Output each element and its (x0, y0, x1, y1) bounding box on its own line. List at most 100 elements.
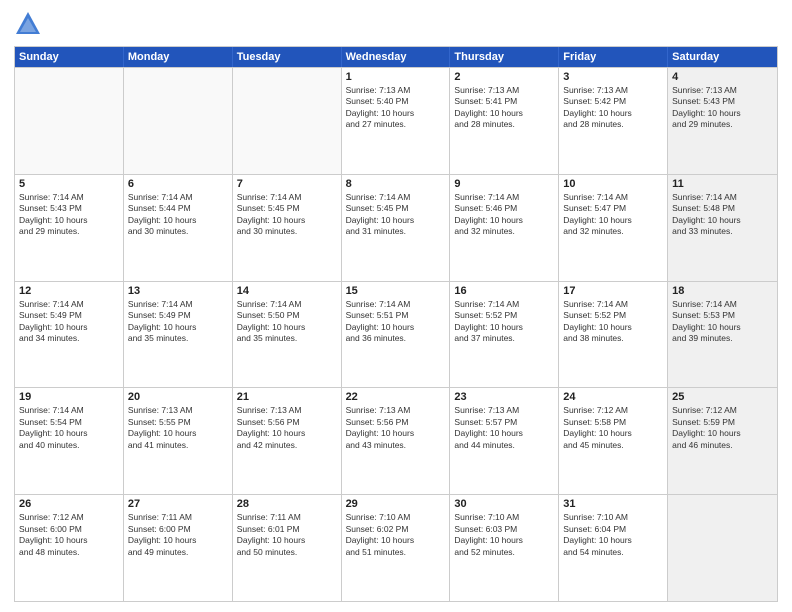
day-cell-19: 19 Sunrise: 7:14 AM Sunset: 5:54 PM Dayli… (15, 388, 124, 494)
day-info: Sunrise: 7:12 AM Sunset: 5:59 PM Dayligh… (672, 405, 773, 451)
day-number: 28 (237, 498, 337, 510)
day-number: 17 (563, 285, 663, 297)
day-number: 29 (346, 498, 446, 510)
week-row-2: 5Sunrise: 7:14 AM Sunset: 5:43 PM Daylig… (15, 174, 777, 281)
day-number: 6 (128, 178, 228, 190)
day-cell-13: 13Sunrise: 7:14 AM Sunset: 5:49 PM Dayli… (124, 282, 233, 388)
weeks: 1 Sunrise: 7:13 AM Sunset: 5:40 PM Daylig… (15, 67, 777, 601)
day-cell-30: 30Sunrise: 7:10 AM Sunset: 6:03 PM Dayli… (450, 495, 559, 601)
day-info: Sunrise: 7:14 AM Sunset: 5:50 PM Dayligh… (237, 299, 337, 345)
day-info: Sunrise: 7:14 AM Sunset: 5:52 PM Dayligh… (454, 299, 554, 345)
week-row-3: 12 Sunrise: 7:14 AM Sunset: 5:49 PM Dayli… (15, 281, 777, 388)
day-cell-27: 27 Sunrise: 7:11 AM Sunset: 6:00 PM Dayli… (124, 495, 233, 601)
day-cell-14: 14 Sunrise: 7:14 AM Sunset: 5:50 PM Dayli… (233, 282, 342, 388)
day-cell-25: 25 Sunrise: 7:12 AM Sunset: 5:59 PM Dayli… (668, 388, 777, 494)
day-cell-5: 5Sunrise: 7:14 AM Sunset: 5:43 PM Daylig… (15, 175, 124, 281)
day-header-friday: Friday (559, 47, 668, 67)
day-number: 11 (672, 178, 773, 190)
day-info: Sunrise: 7:10 AM Sunset: 6:02 PM Dayligh… (346, 512, 446, 558)
week-row-1: 1 Sunrise: 7:13 AM Sunset: 5:40 PM Daylig… (15, 67, 777, 174)
day-cell-2: 2 Sunrise: 7:13 AM Sunset: 5:41 PM Daylig… (450, 68, 559, 174)
day-number: 16 (454, 285, 554, 297)
day-cell-24: 24 Sunrise: 7:12 AM Sunset: 5:58 PM Dayli… (559, 388, 668, 494)
day-info: Sunrise: 7:13 AM Sunset: 5:40 PM Dayligh… (346, 85, 446, 131)
day-number: 23 (454, 391, 554, 403)
day-cell-20: 20Sunrise: 7:13 AM Sunset: 5:55 PM Dayli… (124, 388, 233, 494)
day-headers: SundayMondayTuesdayWednesdayThursdayFrid… (15, 47, 777, 67)
calendar: SundayMondayTuesdayWednesdayThursdayFrid… (14, 46, 778, 602)
day-info: Sunrise: 7:10 AM Sunset: 6:04 PM Dayligh… (563, 512, 663, 558)
day-cell-18: 18 Sunrise: 7:14 AM Sunset: 5:53 PM Dayli… (668, 282, 777, 388)
day-info: Sunrise: 7:10 AM Sunset: 6:03 PM Dayligh… (454, 512, 554, 558)
day-number: 27 (128, 498, 228, 510)
day-info: Sunrise: 7:14 AM Sunset: 5:49 PM Dayligh… (128, 299, 228, 345)
day-cell-9: 9 Sunrise: 7:14 AM Sunset: 5:46 PM Daylig… (450, 175, 559, 281)
day-number: 9 (454, 178, 554, 190)
day-info: Sunrise: 7:14 AM Sunset: 5:54 PM Dayligh… (19, 405, 119, 451)
day-cell-6: 6Sunrise: 7:14 AM Sunset: 5:44 PM Daylig… (124, 175, 233, 281)
day-header-tuesday: Tuesday (233, 47, 342, 67)
week-row-5: 26Sunrise: 7:12 AM Sunset: 6:00 PM Dayli… (15, 494, 777, 601)
day-cell-1: 1 Sunrise: 7:13 AM Sunset: 5:40 PM Daylig… (342, 68, 451, 174)
day-number: 8 (346, 178, 446, 190)
day-cell-12: 12 Sunrise: 7:14 AM Sunset: 5:49 PM Dayli… (15, 282, 124, 388)
day-cell-28: 28Sunrise: 7:11 AM Sunset: 6:01 PM Dayli… (233, 495, 342, 601)
page-header (14, 10, 778, 38)
day-info: Sunrise: 7:12 AM Sunset: 5:58 PM Dayligh… (563, 405, 663, 451)
day-info: Sunrise: 7:14 AM Sunset: 5:45 PM Dayligh… (346, 192, 446, 238)
day-number: 3 (563, 71, 663, 83)
day-cell-empty (15, 68, 124, 174)
day-cell-7: 7 Sunrise: 7:14 AM Sunset: 5:45 PM Daylig… (233, 175, 342, 281)
day-number: 5 (19, 178, 119, 190)
day-info: Sunrise: 7:14 AM Sunset: 5:47 PM Dayligh… (563, 192, 663, 238)
day-info: Sunrise: 7:13 AM Sunset: 5:56 PM Dayligh… (237, 405, 337, 451)
day-cell-23: 23 Sunrise: 7:13 AM Sunset: 5:57 PM Dayli… (450, 388, 559, 494)
day-info: Sunrise: 7:13 AM Sunset: 5:57 PM Dayligh… (454, 405, 554, 451)
day-number: 7 (237, 178, 337, 190)
day-cell-empty (668, 495, 777, 601)
day-info: Sunrise: 7:14 AM Sunset: 5:48 PM Dayligh… (672, 192, 773, 238)
week-row-4: 19 Sunrise: 7:14 AM Sunset: 5:54 PM Dayli… (15, 387, 777, 494)
day-number: 18 (672, 285, 773, 297)
day-info: Sunrise: 7:14 AM Sunset: 5:45 PM Dayligh… (237, 192, 337, 238)
day-cell-16: 16 Sunrise: 7:14 AM Sunset: 5:52 PM Dayli… (450, 282, 559, 388)
day-number: 24 (563, 391, 663, 403)
day-number: 2 (454, 71, 554, 83)
day-info: Sunrise: 7:12 AM Sunset: 6:00 PM Dayligh… (19, 512, 119, 558)
day-number: 20 (128, 391, 228, 403)
day-info: Sunrise: 7:13 AM Sunset: 5:42 PM Dayligh… (563, 85, 663, 131)
day-info: Sunrise: 7:13 AM Sunset: 5:43 PM Dayligh… (672, 85, 773, 131)
day-number: 10 (563, 178, 663, 190)
day-cell-22: 22 Sunrise: 7:13 AM Sunset: 5:56 PM Dayli… (342, 388, 451, 494)
day-info: Sunrise: 7:14 AM Sunset: 5:53 PM Dayligh… (672, 299, 773, 345)
day-number: 12 (19, 285, 119, 297)
day-number: 21 (237, 391, 337, 403)
day-header-thursday: Thursday (450, 47, 559, 67)
day-header-wednesday: Wednesday (342, 47, 451, 67)
day-cell-4: 4 Sunrise: 7:13 AM Sunset: 5:43 PM Daylig… (668, 68, 777, 174)
logo (14, 10, 46, 38)
day-cell-31: 31 Sunrise: 7:10 AM Sunset: 6:04 PM Dayli… (559, 495, 668, 601)
day-number: 22 (346, 391, 446, 403)
day-cell-empty (124, 68, 233, 174)
day-cell-29: 29 Sunrise: 7:10 AM Sunset: 6:02 PM Dayli… (342, 495, 451, 601)
day-info: Sunrise: 7:14 AM Sunset: 5:52 PM Dayligh… (563, 299, 663, 345)
day-number: 4 (672, 71, 773, 83)
day-cell-empty (233, 68, 342, 174)
day-number: 25 (672, 391, 773, 403)
day-cell-26: 26Sunrise: 7:12 AM Sunset: 6:00 PM Dayli… (15, 495, 124, 601)
day-info: Sunrise: 7:13 AM Sunset: 5:56 PM Dayligh… (346, 405, 446, 451)
day-cell-11: 11 Sunrise: 7:14 AM Sunset: 5:48 PM Dayli… (668, 175, 777, 281)
day-cell-21: 21 Sunrise: 7:13 AM Sunset: 5:56 PM Dayli… (233, 388, 342, 494)
day-info: Sunrise: 7:13 AM Sunset: 5:41 PM Dayligh… (454, 85, 554, 131)
day-number: 15 (346, 285, 446, 297)
day-number: 19 (19, 391, 119, 403)
day-header-sunday: Sunday (15, 47, 124, 67)
day-number: 31 (563, 498, 663, 510)
day-info: Sunrise: 7:14 AM Sunset: 5:49 PM Dayligh… (19, 299, 119, 345)
day-info: Sunrise: 7:11 AM Sunset: 6:00 PM Dayligh… (128, 512, 228, 558)
day-info: Sunrise: 7:14 AM Sunset: 5:46 PM Dayligh… (454, 192, 554, 238)
day-number: 1 (346, 71, 446, 83)
day-header-monday: Monday (124, 47, 233, 67)
day-number: 14 (237, 285, 337, 297)
